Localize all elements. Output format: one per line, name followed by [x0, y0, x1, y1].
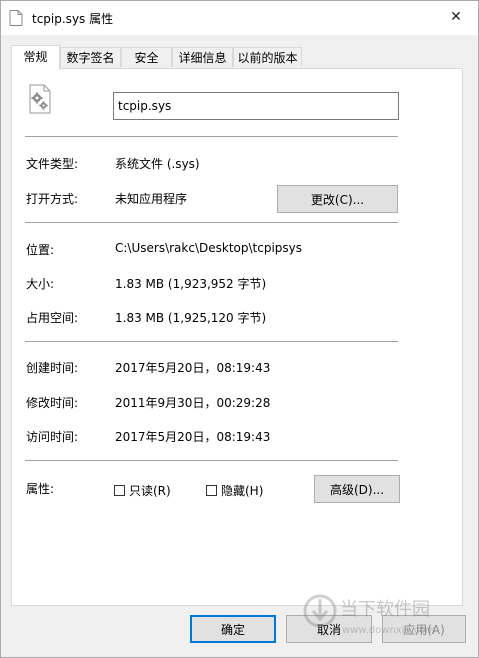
apply-button[interactable]: 应用(A) [382, 615, 466, 643]
modified-label: 修改时间: [26, 396, 79, 410]
file-icon [9, 10, 23, 26]
modified-value: 2011年9月30日，00:29:28 [115, 396, 271, 410]
opens-with-label: 打开方式: [26, 192, 79, 206]
tab-previous-versions[interactable]: 以前的版本 [233, 47, 302, 67]
close-icon: ✕ [450, 9, 462, 25]
readonly-label: 只读(R) [129, 484, 171, 498]
window-title: tcpip.sys 属性 [32, 12, 114, 26]
cancel-button[interactable]: 取消 [286, 615, 372, 643]
change-button[interactable]: 更改(C)... [277, 185, 398, 213]
location-label: 位置: [26, 243, 55, 257]
accessed-value: 2017年5月20日，08:19:43 [115, 430, 271, 444]
attributes-label: 属性: [26, 482, 55, 496]
tab-digital-signatures[interactable]: 数字签名 [60, 47, 121, 67]
system-file-gear-icon [29, 84, 51, 114]
file-name-input[interactable] [113, 92, 399, 120]
size-label: 大小: [26, 277, 55, 291]
opens-with-value: 未知应用程序 [115, 192, 188, 206]
separator [25, 341, 398, 342]
location-value: C:\Users\rakc\Desktop\tcpipsys [115, 241, 302, 255]
created-label: 创建时间: [26, 361, 79, 375]
file-type-value: 系统文件 (.sys) [115, 157, 200, 171]
ok-button[interactable]: 确定 [190, 615, 276, 643]
separator [25, 222, 398, 223]
advanced-button[interactable]: 高级(D)... [314, 475, 400, 503]
close-button[interactable]: ✕ [440, 3, 472, 31]
size-value: 1.83 MB (1,923,952 字节) [115, 277, 267, 291]
readonly-checkbox-box[interactable] [114, 485, 125, 496]
size-on-disk-value: 1.83 MB (1,925,120 字节) [115, 311, 267, 325]
tab-security[interactable]: 安全 [121, 47, 172, 67]
tab-details[interactable]: 详细信息 [172, 47, 233, 67]
file-type-label: 文件类型: [26, 157, 79, 171]
separator [25, 136, 398, 137]
created-value: 2017年5月20日，08:19:43 [115, 361, 271, 375]
properties-window: tcpip.sys 属性 ✕ 常规 数字签名 安全 详细信息 以前的版本 tcp… [0, 0, 479, 658]
separator [25, 460, 398, 461]
hidden-checkbox[interactable]: 隐藏(H) [206, 482, 263, 499]
size-on-disk-label: 占用空间: [26, 311, 79, 325]
tab-general[interactable]: 常规 [11, 45, 60, 70]
readonly-checkbox[interactable]: 只读(R) [114, 482, 171, 499]
hidden-checkbox-box[interactable] [206, 485, 217, 496]
general-panel [11, 68, 463, 606]
title-bar: tcpip.sys 属性 ✕ [1, 1, 478, 35]
hidden-label: 隐藏(H) [221, 484, 264, 498]
accessed-label: 访问时间: [26, 430, 79, 444]
